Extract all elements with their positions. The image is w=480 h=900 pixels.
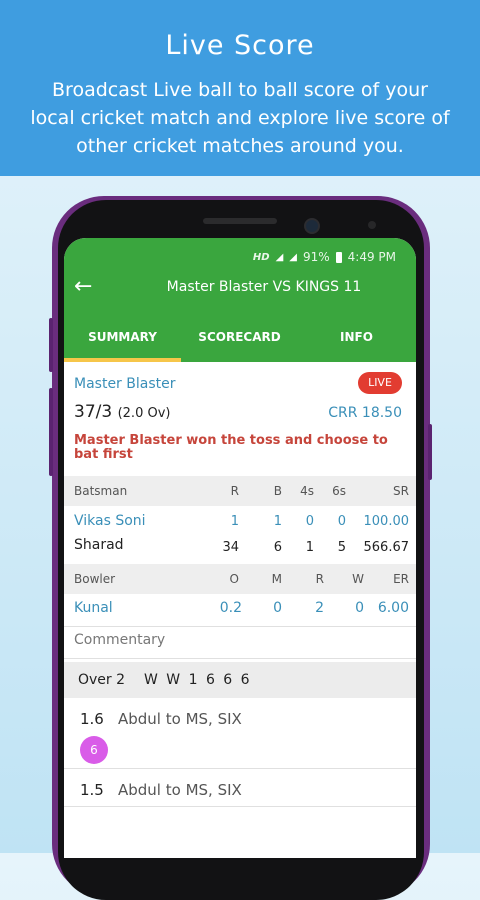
active-tab-indicator xyxy=(64,358,181,362)
batsman-name: Vikas Soni xyxy=(74,513,146,529)
tab-summary[interactable]: SUMMARY xyxy=(64,330,181,344)
wickets-column-header: W xyxy=(352,572,364,586)
economy-column-header: ER xyxy=(393,572,409,586)
sixes-column-header: 6s xyxy=(332,484,346,498)
bowling-header-row: Bowler O M R W ER xyxy=(64,564,416,594)
list-item[interactable]: 1.6 Abdul to MS, SIX xyxy=(64,700,416,768)
score-value: 37/3 xyxy=(74,402,113,422)
runs-column-header: R xyxy=(230,484,239,498)
live-badge: LIVE xyxy=(358,372,402,394)
batsman-runs: 34 xyxy=(222,540,239,555)
balls-column-header: B xyxy=(273,484,282,498)
batsman-runs: 1 xyxy=(230,514,239,529)
batsman-balls: 6 xyxy=(273,540,282,555)
batsman-sixes: 5 xyxy=(337,540,346,555)
batsman-name: Sharad xyxy=(74,537,124,553)
promo-description: Broadcast Live ball to ball score of you… xyxy=(30,79,450,157)
signal-icon-2: ◢ xyxy=(289,251,297,263)
toss-result: Master Blaster won the toss and choose t… xyxy=(74,433,388,462)
runs-conceded-column-header: R xyxy=(315,572,324,586)
earpiece-speaker xyxy=(203,218,277,224)
promo-header: Live Score Broadcast Live ball to ball s… xyxy=(0,0,480,176)
ball-description: Abdul to MS, SIX xyxy=(118,710,242,728)
batting-header-row: Batsman R B 4s 6s SR xyxy=(64,476,416,506)
over-label: Over 2 xyxy=(78,672,126,688)
tab-scorecard[interactable]: SCORECARD xyxy=(181,330,298,344)
batsman-fours: 1 xyxy=(305,540,314,555)
ball-description: Abdul to MS, SIX xyxy=(118,781,242,799)
divider xyxy=(64,768,416,769)
promo-title: Live Score xyxy=(165,30,315,61)
batsman-column-header: Batsman xyxy=(74,484,128,498)
bixby-button xyxy=(49,388,53,476)
ball-number: 1.5 xyxy=(80,781,104,799)
app-bar: HD ◢ ◢ 91% 4:49 PM ← Master Blaster VS K… xyxy=(64,238,416,362)
clock: 4:49 PM xyxy=(347,250,396,264)
overs-column-header: O xyxy=(229,572,239,586)
back-arrow-icon[interactable]: ← xyxy=(74,274,92,299)
volume-button xyxy=(49,318,53,372)
power-button xyxy=(428,424,432,480)
status-bar: HD ◢ ◢ 91% 4:49 PM xyxy=(253,248,396,266)
bowler-wickets: 0 xyxy=(355,600,364,616)
bowler-maidens: 0 xyxy=(273,600,282,616)
bowler-runs: 2 xyxy=(315,600,324,616)
strike-rate-column-header: SR xyxy=(393,484,409,498)
over-balls: W W 1 6 6 6 xyxy=(144,672,252,688)
bowler-economy: 6.00 xyxy=(377,600,409,616)
commentary-title: Commentary xyxy=(74,632,166,648)
ball-number: 1.6 xyxy=(80,710,104,728)
bowler-overs: 0.2 xyxy=(219,600,242,616)
batting-team-name[interactable]: Master Blaster xyxy=(74,376,176,392)
divider xyxy=(64,626,416,627)
list-item[interactable]: 1.5 Abdul to MS, SIX xyxy=(64,772,416,808)
tab-info[interactable]: INFO xyxy=(298,330,415,344)
table-row[interactable]: Sharad 34 6 1 5 566.67 xyxy=(64,534,416,558)
battery-percent: 91% xyxy=(302,250,330,264)
battery-icon xyxy=(335,251,342,263)
batsman-strike-rate: 566.67 xyxy=(363,540,410,555)
signal-icon: ◢ xyxy=(275,251,284,263)
divider xyxy=(64,658,416,659)
six-badge: 6 xyxy=(80,736,108,764)
bowler-name: Kunal xyxy=(74,600,113,616)
fours-column-header: 4s xyxy=(300,484,314,498)
proximity-sensor xyxy=(368,221,376,229)
batsman-strike-rate: 100.00 xyxy=(363,514,410,529)
batsman-sixes: 0 xyxy=(337,514,346,529)
table-row[interactable]: Vikas Soni 1 1 0 0 100.00 xyxy=(64,508,416,532)
front-camera xyxy=(304,218,320,234)
table-row[interactable]: Kunal 0.2 0 2 0 6.00 xyxy=(64,596,416,622)
app-screen: HD ◢ ◢ 91% 4:49 PM ← Master Blaster VS K… xyxy=(64,238,416,858)
team-score: 37/3 (2.0 Ov) xyxy=(74,402,170,422)
overs-value: (2.0 Ov) xyxy=(117,406,171,421)
hd-indicator: HD xyxy=(252,251,270,263)
batsman-fours: 0 xyxy=(305,514,314,529)
over-summary: Over 2 W W 1 6 6 6 xyxy=(64,662,416,698)
divider xyxy=(64,806,416,807)
bowler-column-header: Bowler xyxy=(74,572,116,586)
maidens-column-header: M xyxy=(271,572,282,586)
current-run-rate: CRR 18.50 xyxy=(328,405,402,421)
batsman-balls: 1 xyxy=(273,514,282,529)
match-title: Master Blaster VS KINGS 11 xyxy=(166,279,362,295)
